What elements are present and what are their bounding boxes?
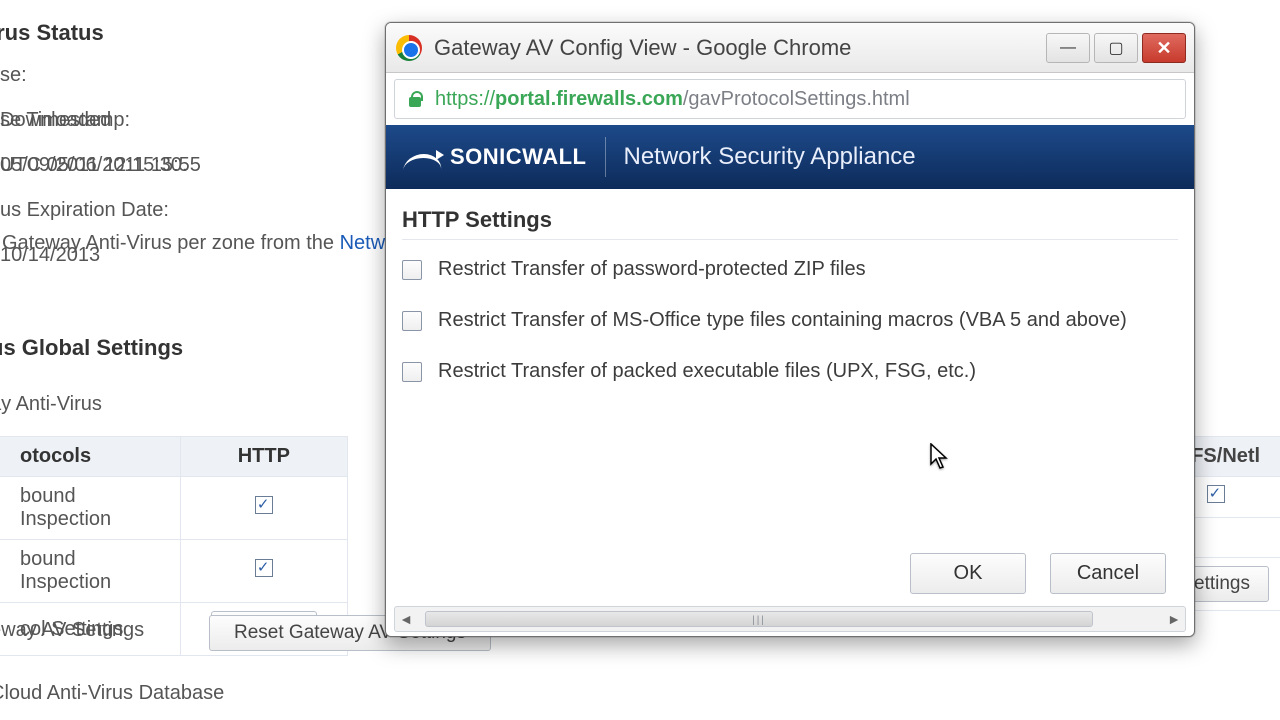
chrome-icon bbox=[396, 35, 422, 61]
row-outbound: bound Inspection bbox=[0, 540, 180, 603]
row-inbound: bound Inspection bbox=[0, 477, 180, 540]
cancel-button[interactable]: Cancel bbox=[1050, 553, 1166, 594]
minimize-icon: — bbox=[1060, 39, 1076, 57]
window-title: Gateway AV Config View - Google Chrome bbox=[434, 35, 851, 61]
brand-title: Network Security Appliance bbox=[624, 143, 916, 171]
minimize-button[interactable]: — bbox=[1046, 33, 1090, 63]
window-titlebar[interactable]: Gateway AV Config View - Google Chrome —… bbox=[386, 23, 1194, 73]
divider bbox=[402, 239, 1178, 240]
option-restrict-macros[interactable]: Restrict Transfer of MS-Office type file… bbox=[402, 309, 1178, 332]
virus-status-heading: irus Status bbox=[0, 20, 104, 46]
sonicwall-logo: SONICWALL bbox=[404, 137, 606, 177]
maximize-icon: ▢ bbox=[1108, 38, 1123, 58]
lock-icon bbox=[407, 90, 423, 108]
scroll-right-arrow[interactable]: ► bbox=[1163, 611, 1185, 627]
reset-label: eway AV Settings bbox=[0, 619, 144, 642]
grip-icon: ||| bbox=[752, 615, 766, 626]
popup-window: Gateway AV Config View - Google Chrome —… bbox=[385, 22, 1195, 637]
global-settings-heading: us Global Settings bbox=[0, 335, 183, 361]
checkbox-restrict-zip[interactable] bbox=[402, 260, 422, 280]
zone-note: Gateway Anti-Virus per zone from the Net… bbox=[2, 232, 448, 255]
address-bar[interactable]: https://portal.firewalls.com/gavProtocol… bbox=[394, 79, 1186, 119]
close-button[interactable]: ✕ bbox=[1142, 33, 1186, 63]
checkbox-restrict-macros[interactable] bbox=[402, 311, 422, 331]
option-restrict-zip[interactable]: Restrict Transfer of password-protected … bbox=[402, 258, 1178, 281]
status-details: se:Downloaded se Timestamp:UTC 05/06/201… bbox=[0, 53, 215, 233]
scroll-left-arrow[interactable]: ◄ bbox=[395, 611, 417, 627]
th-protocols: otocols bbox=[0, 437, 180, 477]
scroll-track[interactable]: ||| bbox=[417, 611, 1163, 627]
label-restrict-zip: Restrict Transfer of password-protected … bbox=[438, 258, 866, 281]
ok-button[interactable]: OK bbox=[910, 553, 1026, 594]
scroll-thumb[interactable]: ||| bbox=[425, 611, 1093, 627]
label-restrict-macros: Restrict Transfer of MS-Office type file… bbox=[438, 309, 1127, 332]
checkbox-restrict-packed[interactable] bbox=[402, 362, 422, 382]
label-signature: se: bbox=[0, 53, 215, 98]
cifs-inbound-checkbox[interactable] bbox=[1207, 485, 1225, 503]
http-outbound-checkbox[interactable] bbox=[255, 559, 273, 577]
label-restrict-packed: Restrict Transfer of packed executable f… bbox=[438, 360, 976, 383]
enable-gateway-av-label: ay Anti-Virus bbox=[0, 393, 102, 416]
label-timestamp: se Timestamp: bbox=[0, 98, 215, 143]
horizontal-scrollbar[interactable]: ◄ ||| ► bbox=[394, 606, 1186, 632]
value-lastcheck: 05/09/2011 12:15:30. bbox=[0, 143, 215, 188]
url-text: https://portal.firewalls.com/gavProtocol… bbox=[435, 88, 910, 111]
maximize-button[interactable]: ▢ bbox=[1094, 33, 1138, 63]
th-http: HTTP bbox=[180, 437, 348, 477]
brand-bar: SONICWALL Network Security Appliance bbox=[386, 125, 1194, 189]
swoosh-icon bbox=[404, 146, 442, 168]
popup-content: HTTP Settings Restrict Transfer of passw… bbox=[386, 189, 1194, 606]
option-restrict-packed[interactable]: Restrict Transfer of packed executable f… bbox=[402, 360, 1178, 383]
http-inbound-checkbox[interactable] bbox=[255, 496, 273, 514]
section-heading: HTTP Settings bbox=[402, 207, 1178, 233]
label-expiration: us Expiration Date: bbox=[0, 188, 215, 233]
cloud-av-label: Cloud Anti-Virus Database bbox=[0, 682, 224, 705]
